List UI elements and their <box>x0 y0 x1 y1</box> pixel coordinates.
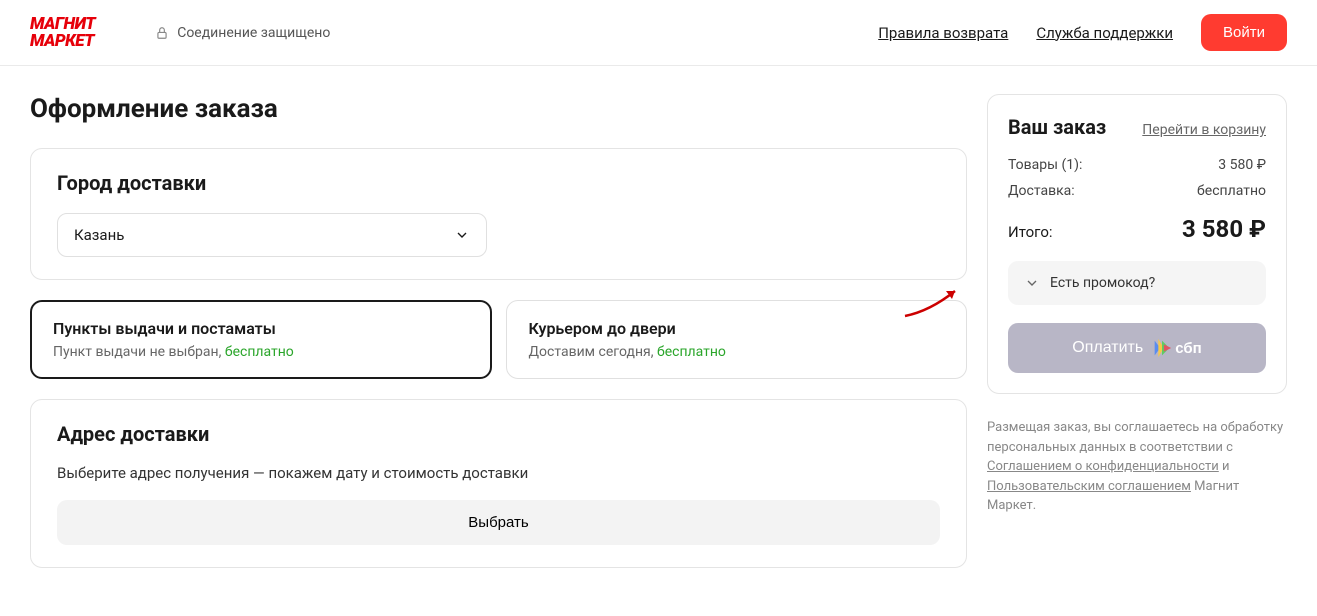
legal-text: Размещая заказ, вы соглашаетесь на обраб… <box>987 418 1287 516</box>
delivery-pickup[interactable]: Пункты выдачи и постаматы Пункт выдачи н… <box>30 300 492 379</box>
total-value: 3 580 ₽ <box>1182 215 1266 243</box>
link-support[interactable]: Служба поддержки <box>1036 24 1173 42</box>
pay-label: Оплатить <box>1072 339 1143 357</box>
delivery-options: Пункты выдачи и постаматы Пункт выдачи н… <box>30 300 967 379</box>
logo[interactable]: МАГНИТ МАРКЕТ <box>30 16 95 48</box>
header-links: Правила возврата Служба поддержки <box>878 24 1173 42</box>
delivery-value: бесплатно <box>1197 183 1266 199</box>
secure-indicator: Соединение защищено <box>155 25 330 41</box>
items-value: 3 580 ₽ <box>1218 157 1266 173</box>
order-title: Ваш заказ <box>1008 115 1106 139</box>
cart-link[interactable]: Перейти в корзину <box>1142 122 1266 138</box>
promo-toggle[interactable]: Есть промокод? <box>1008 261 1266 305</box>
city-select[interactable]: Казань <box>57 213 487 257</box>
chevron-down-icon <box>454 227 470 243</box>
address-card: Адрес доставки Выберите адрес получения … <box>30 399 967 568</box>
address-title: Адрес доставки <box>57 422 940 446</box>
login-button[interactable]: Войти <box>1201 14 1287 51</box>
choose-address-button[interactable]: Выбрать <box>57 500 940 545</box>
delivery-label: Доставка: <box>1008 183 1075 199</box>
logo-line2: МАРКЕТ <box>30 33 95 49</box>
order-summary: Ваш заказ Перейти в корзину Товары (1): … <box>987 94 1287 394</box>
city-value: Казань <box>74 226 124 244</box>
delivery-courier-title: Курьером до двери <box>529 319 945 338</box>
sbp-icon <box>1151 337 1173 359</box>
promo-label: Есть промокод? <box>1050 275 1155 291</box>
delivery-courier[interactable]: Курьером до двери Доставим сегодня, бесп… <box>506 300 968 379</box>
secure-text: Соединение защищено <box>177 25 330 41</box>
terms-link[interactable]: Пользовательским соглашением <box>987 479 1191 494</box>
privacy-link[interactable]: Соглашением о конфиденциальности <box>987 459 1219 474</box>
chevron-down-icon <box>1024 275 1040 291</box>
lock-icon <box>155 26 169 40</box>
address-hint: Выберите адрес получения — покажем дату … <box>57 464 940 482</box>
delivery-courier-sub: Доставим сегодня, бесплатно <box>529 344 945 360</box>
items-label: Товары (1): <box>1008 157 1082 173</box>
sbp-logo: сбп <box>1151 337 1201 359</box>
page-title: Оформление заказа <box>30 94 967 124</box>
pay-button[interactable]: Оплатить сбп <box>1008 323 1266 373</box>
sbp-text: сбп <box>1175 340 1201 357</box>
total-label: Итого: <box>1008 223 1053 241</box>
link-returns[interactable]: Правила возврата <box>878 24 1008 42</box>
delivery-pickup-sub: Пункт выдачи не выбран, бесплатно <box>53 344 469 360</box>
city-card: Город доставки Казань <box>30 148 967 280</box>
delivery-pickup-title: Пункты выдачи и постаматы <box>53 319 469 338</box>
city-title: Город доставки <box>57 171 940 195</box>
